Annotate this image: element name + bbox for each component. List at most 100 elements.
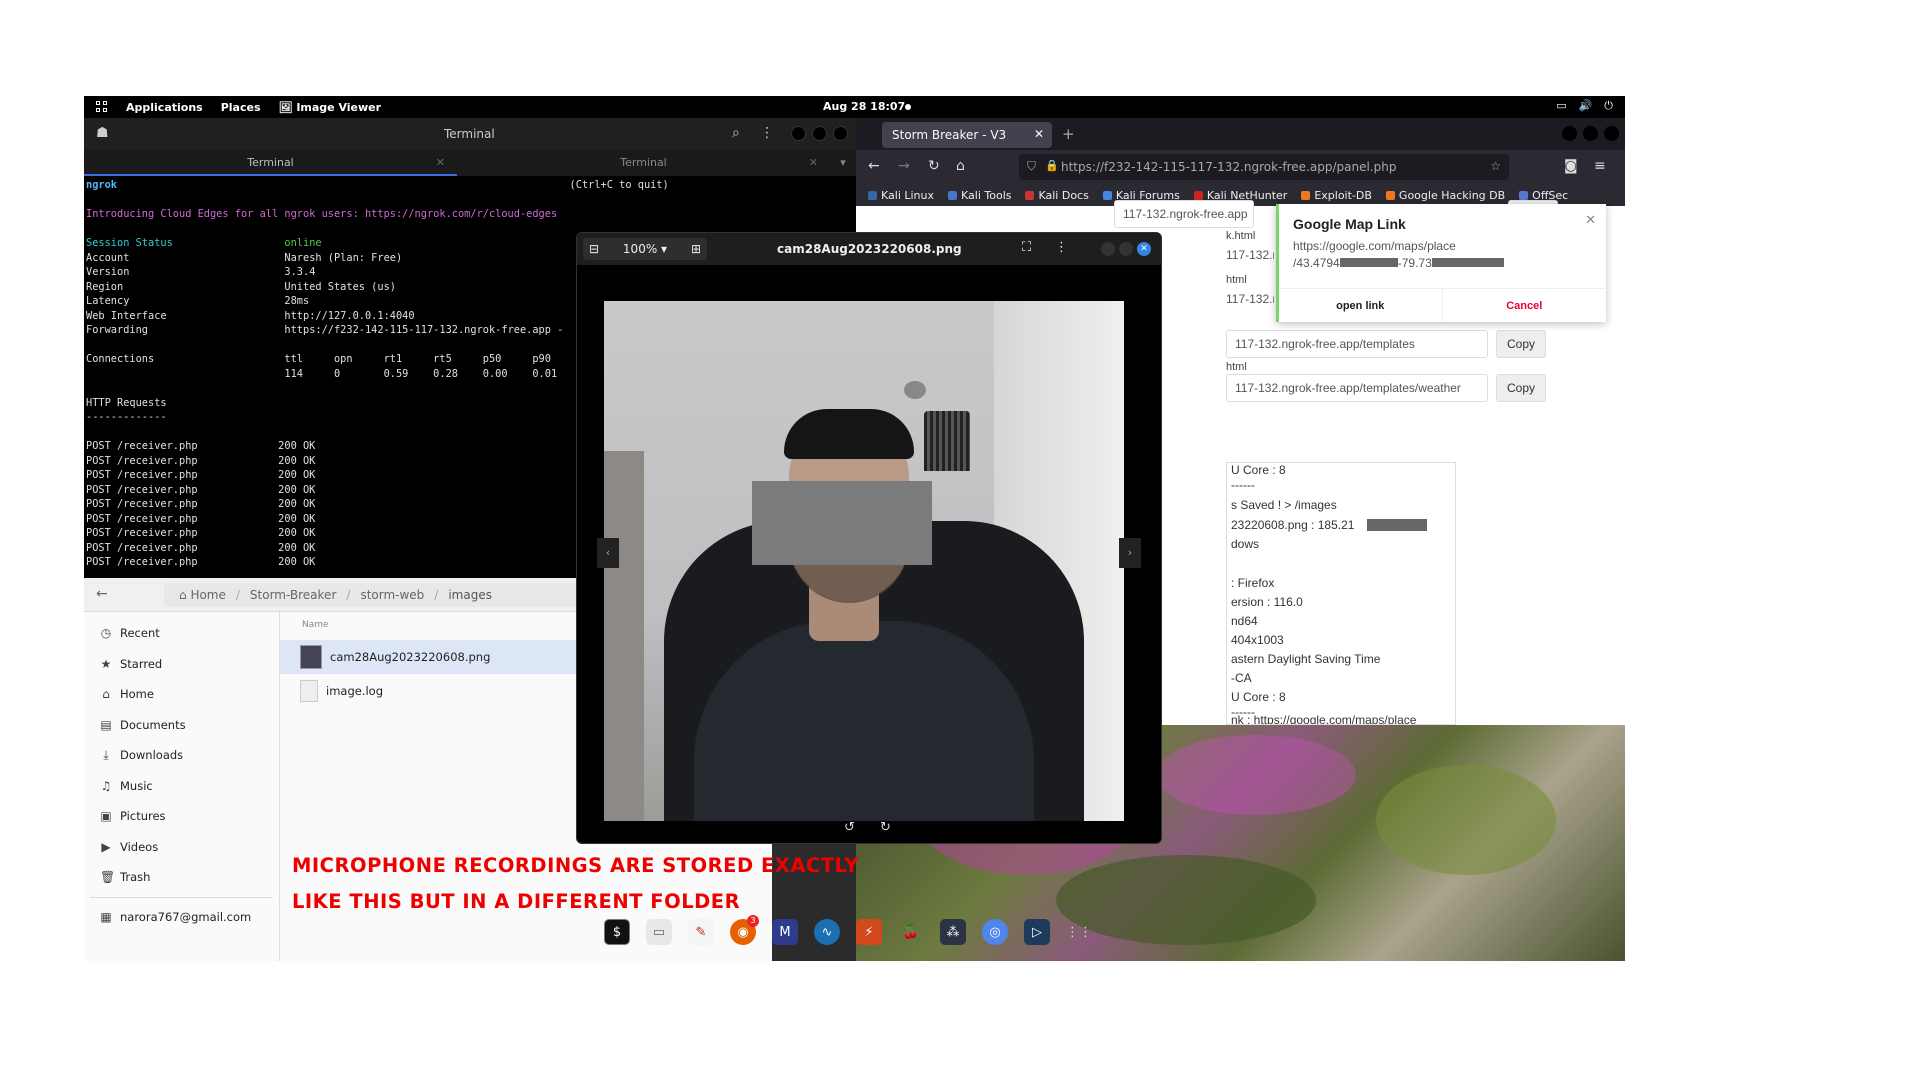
- metasploit-dock-icon[interactable]: M: [772, 919, 798, 945]
- copy-label: Copy: [1506, 337, 1535, 351]
- power-icon[interactable]: ⏻: [1604, 99, 1613, 113]
- maximize-button[interactable]: [1583, 126, 1598, 141]
- url-bar[interactable]: ⛉ 🔒 https://f232-142-115-117-132.ngrok-f…: [1019, 154, 1509, 180]
- notification-dot: [905, 104, 911, 110]
- terminal-titlebar[interactable]: ☗ Terminal ⌕ ⋮: [84, 118, 856, 150]
- rotate-right-icon[interactable]: ↻: [880, 820, 891, 835]
- kebab-menu-icon[interactable]: ⋮: [760, 125, 774, 141]
- copy-button[interactable]: Copy: [1496, 330, 1546, 358]
- close-tab-icon[interactable]: ✕: [809, 150, 818, 176]
- browser-tab[interactable]: Storm Breaker - V3 ✕: [882, 122, 1052, 148]
- link-field[interactable]: 117-132.ngrok-free.app/templates/weather: [1226, 374, 1488, 402]
- minimize-button[interactable]: [1101, 242, 1115, 256]
- bookmark-kali-linux[interactable]: Kali Linux: [868, 189, 934, 202]
- breadcrumb-storm-web[interactable]: storm-web: [360, 588, 424, 602]
- info-line: ------: [1231, 478, 1255, 492]
- back-arrow-icon[interactable]: ←: [96, 586, 108, 602]
- sidebar-item-home[interactable]: ⌂ Home: [84, 679, 279, 710]
- zoom-level[interactable]: 100% ▾: [623, 242, 667, 256]
- map-link-popup[interactable]: Google Map Link ✕ https://google.com/map…: [1276, 204, 1606, 322]
- close-button[interactable]: [833, 126, 848, 141]
- lock-icon[interactable]: 🔒: [1045, 159, 1059, 172]
- breadcrumb-images[interactable]: images: [448, 588, 492, 602]
- sidebar-item-pictures[interactable]: ▣ Pictures: [84, 801, 279, 832]
- system-tray[interactable]: ▭ 🔊 ⏻: [1556, 99, 1613, 113]
- sidebar-item-trash[interactable]: 🗑 Trash: [84, 862, 279, 893]
- close-tab-icon[interactable]: ✕: [1034, 127, 1044, 141]
- link-field[interactable]: 117-132.ngrok-free.app: [1114, 200, 1254, 228]
- victim-info-box[interactable]: U Core : 8 ------ s Saved ! > /images 23…: [1226, 462, 1456, 725]
- breadcrumb-home[interactable]: ⌂ Home: [179, 588, 226, 602]
- sidebar-item-starred[interactable]: ★ Starred: [84, 649, 279, 680]
- info-line: astern Daylight Saving Time: [1231, 652, 1381, 666]
- cherrytree-dock-icon[interactable]: 🍒: [898, 919, 924, 945]
- applications-menu[interactable]: Applications: [126, 101, 203, 114]
- places-menu[interactable]: Places: [221, 101, 261, 114]
- wireshark-dock-icon[interactable]: ∿: [814, 919, 840, 945]
- webcam-photo: [604, 301, 1124, 821]
- copy-button[interactable]: Copy: [1496, 374, 1546, 402]
- maximize-button[interactable]: [812, 126, 827, 141]
- tabs-dropdown-icon[interactable]: ▾: [830, 150, 856, 176]
- link-field[interactable]: 117-132.ngrok-free.app/templates: [1226, 330, 1488, 358]
- terminal-dock-icon[interactable]: $: [604, 919, 630, 945]
- link-subtext: html: [1226, 274, 1247, 286]
- close-button[interactable]: ✕: [1137, 242, 1151, 256]
- link-field[interactable]: 117-132.ngrok-free.app: [1226, 286, 1274, 314]
- clock[interactable]: Aug 28 18:07: [823, 100, 905, 113]
- hamburger-menu-icon[interactable]: ≡: [1594, 158, 1606, 174]
- previous-image-button[interactable]: ‹: [597, 538, 619, 568]
- home-icon[interactable]: ⌂: [956, 158, 965, 174]
- reload-icon[interactable]: ↻: [928, 158, 940, 174]
- kebab-menu-icon[interactable]: ⋮: [1055, 240, 1068, 255]
- volume-icon[interactable]: 🔊: [1579, 99, 1593, 113]
- sidebar-item-recent[interactable]: ◷ Recent: [84, 618, 279, 649]
- pocket-icon[interactable]: ◙: [1564, 158, 1578, 174]
- maximize-button[interactable]: [1119, 242, 1133, 256]
- link-field[interactable]: 117-132.ngrok-free.app: [1226, 242, 1274, 270]
- sidebar-item-downloads[interactable]: ⤓ Downloads: [84, 740, 279, 771]
- image-viewer-window[interactable]: ⊟ 100% ▾ ⊞ cam28Aug2023220608.png ⛶ ⋮ ✕: [576, 232, 1162, 844]
- fullscreen-icon[interactable]: ⛶: [1022, 240, 1031, 255]
- show-apps-dock-icon[interactable]: ⋮⋮: [1066, 919, 1092, 945]
- bookmark-kali-docs[interactable]: Kali Docs: [1025, 189, 1089, 202]
- close-icon[interactable]: ✕: [1585, 212, 1596, 228]
- tracking-shield-icon[interactable]: ⛉: [1027, 159, 1036, 174]
- bookmark-kali-tools[interactable]: Kali Tools: [948, 189, 1011, 202]
- tab-terminal-1[interactable]: Terminal ✕: [84, 150, 457, 176]
- rotate-left-icon[interactable]: ↺: [844, 820, 855, 835]
- active-app-menu[interactable]: 🖼 Image Viewer: [279, 101, 382, 114]
- search-icon[interactable]: ⌕: [732, 125, 740, 141]
- minimize-button[interactable]: [1562, 126, 1577, 141]
- forward-arrow-icon[interactable]: →: [898, 158, 910, 174]
- tab-terminal-2[interactable]: Terminal ✕: [457, 150, 830, 176]
- close-button[interactable]: [1604, 126, 1619, 141]
- close-tab-icon[interactable]: ✕: [436, 150, 445, 176]
- files-dock-icon[interactable]: ▭: [646, 919, 672, 945]
- sidebar-item-documents[interactable]: ▤ Documents: [84, 710, 279, 741]
- map-link-lat: /43.4794: [1293, 256, 1340, 270]
- text-editor-dock-icon[interactable]: ✎: [688, 919, 714, 945]
- zoom-in-button[interactable]: ⊞: [691, 242, 701, 256]
- firefox-dock-icon[interactable]: ◉ 3: [730, 915, 759, 945]
- vscode-dock-icon[interactable]: ▷: [1024, 919, 1050, 945]
- display-icon[interactable]: ▭: [1556, 99, 1566, 113]
- sidebar-item-account[interactable]: ▦ narora767@gmail.com: [84, 902, 279, 933]
- sidebar-item-music[interactable]: ♫ Music: [84, 771, 279, 802]
- back-arrow-icon[interactable]: ←: [868, 158, 880, 174]
- chromium-dock-icon[interactable]: ◎: [982, 919, 1008, 945]
- breadcrumb-storm-breaker[interactable]: Storm-Breaker: [250, 588, 336, 602]
- minimize-button[interactable]: [791, 126, 806, 141]
- zoom-out-button[interactable]: ⊟: [589, 242, 599, 256]
- bookmark-google-hacking-db[interactable]: Google Hacking DB: [1385, 189, 1505, 202]
- next-image-button[interactable]: ›: [1119, 538, 1141, 568]
- burpsuite-dock-icon[interactable]: ⚡: [856, 919, 882, 945]
- sidebar-item-videos[interactable]: ▶ Videos: [84, 832, 279, 863]
- new-tab-button[interactable]: +: [1062, 125, 1075, 143]
- apps-grid-icon[interactable]: [96, 101, 108, 113]
- open-link-button[interactable]: open link: [1279, 288, 1443, 322]
- bookmark-star-icon[interactable]: ☆: [1490, 159, 1501, 173]
- maltego-dock-icon[interactable]: ⁂: [940, 919, 966, 945]
- cancel-button[interactable]: Cancel: [1442, 288, 1606, 322]
- bookmark-exploit-db[interactable]: Exploit-DB: [1301, 189, 1372, 202]
